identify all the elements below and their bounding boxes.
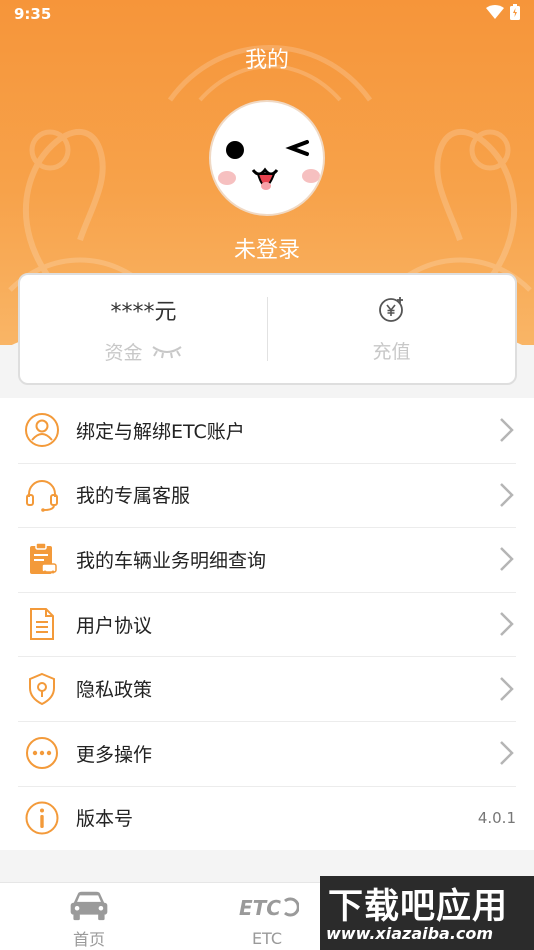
headset-icon xyxy=(24,477,60,513)
page-title: 我的 xyxy=(244,48,289,73)
menu-item-user-agreement[interactable]: 用户协议 xyxy=(0,591,534,657)
status-time: 9:35 xyxy=(14,5,52,23)
menu-item-label: 我的车辆业务明细查询 xyxy=(76,549,267,572)
clipboard-car-icon xyxy=(24,541,60,577)
menu-item-vehicle-query[interactable]: 我的车辆业务明细查询 xyxy=(0,527,534,592)
tab-label: ETC xyxy=(251,929,283,948)
funds-section[interactable]: ****元 资金 xyxy=(20,275,267,383)
funds-label: 资金 xyxy=(104,341,143,364)
document-icon xyxy=(24,606,60,642)
user-icon xyxy=(24,412,60,448)
yen-coin-plus-icon xyxy=(378,296,403,322)
battery-icon xyxy=(510,4,520,20)
login-status[interactable]: 未登录 xyxy=(0,232,534,264)
recharge-button[interactable]: 充值 xyxy=(268,275,515,383)
menu-item-label: 更多操作 xyxy=(76,743,153,766)
menu-item-label: 版本号 xyxy=(76,808,134,831)
eye-closed-icon[interactable] xyxy=(151,343,183,359)
menu-item-label: 用户协议 xyxy=(76,614,153,637)
more-dots-icon xyxy=(24,735,60,771)
menu-item-version: 版本号 4.0.1 xyxy=(0,785,534,851)
menu-item-label: 我的专属客服 xyxy=(76,485,191,508)
status-bar: 9:35 xyxy=(0,0,534,28)
wifi-icon xyxy=(486,5,504,19)
chevron-right-icon xyxy=(500,741,514,766)
chevron-right-icon xyxy=(500,612,514,636)
chevron-right-icon xyxy=(500,547,514,572)
etc-logo-icon: ETC xyxy=(239,896,299,920)
balance-amount: ****元 xyxy=(110,299,177,325)
menu-item-privacy-policy[interactable]: 隐私政策 xyxy=(0,656,534,721)
avatar[interactable] xyxy=(209,100,325,216)
shield-lock-icon xyxy=(24,671,60,707)
car-icon xyxy=(70,891,108,921)
menu-item-customer-service[interactable]: 我的专属客服 xyxy=(0,462,534,528)
menu-item-label: 隐私政策 xyxy=(76,679,153,702)
winking-face-icon xyxy=(218,140,320,190)
tab-home[interactable]: 首页 xyxy=(0,883,178,950)
menu-item-more-actions[interactable]: 更多操作 xyxy=(0,720,534,786)
chevron-right-icon xyxy=(500,483,514,507)
menu-item-label: 绑定与解绑ETC账户 xyxy=(76,420,245,443)
chevron-right-icon xyxy=(500,418,514,443)
recharge-label: 充值 xyxy=(372,340,411,363)
watermark-url: www.xiazaiba.com xyxy=(326,924,494,943)
watermark-title: 下载吧应用 xyxy=(328,887,509,927)
menu-list: 绑定与解绑ETC账户 我的专属客服 我的车辆业务明细查询 用户协议 隐私政策 更 xyxy=(0,398,534,851)
chevron-right-icon xyxy=(500,676,514,701)
version-number: 4.0.1 xyxy=(477,808,516,827)
menu-item-bind-etc[interactable]: 绑定与解绑ETC账户 xyxy=(0,398,534,463)
wallet-card: ****元 资金 充值 xyxy=(18,273,517,385)
svg-text:ETC: ETC xyxy=(239,896,281,920)
info-icon xyxy=(24,800,60,836)
site-watermark: 下载吧应用 www.xiazaiba.com xyxy=(320,876,534,950)
tab-label: 首页 xyxy=(72,930,105,949)
